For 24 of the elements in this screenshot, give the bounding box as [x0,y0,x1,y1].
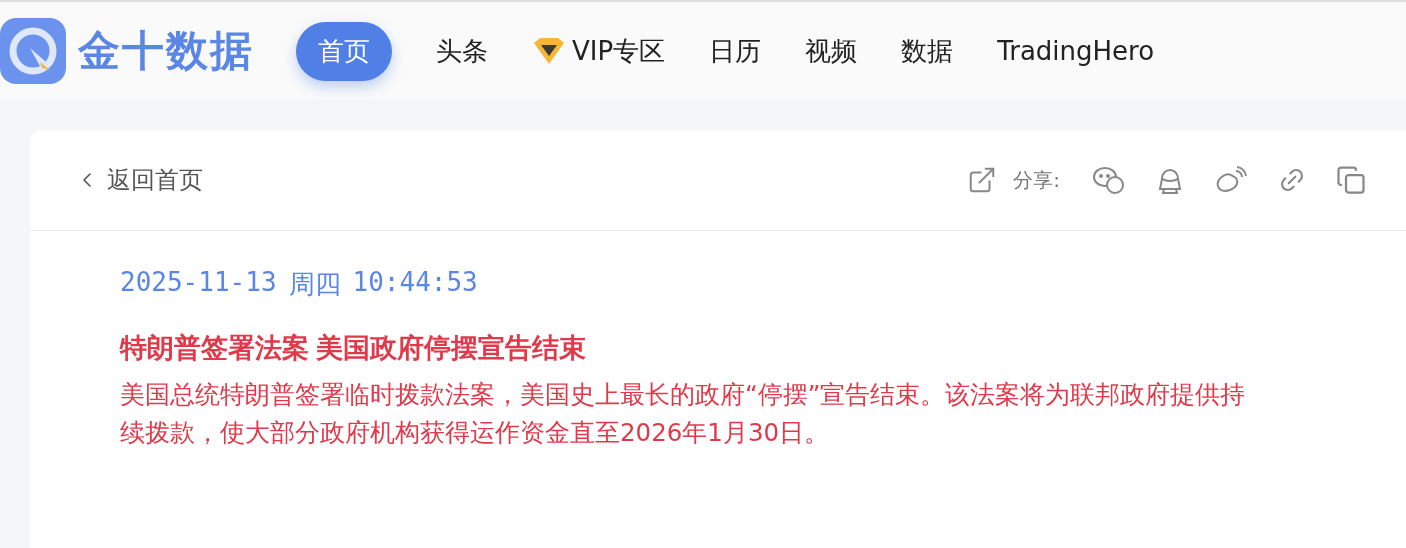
article-weekday: 周四 [288,268,341,301]
nav-tab[interactable]: 头条 [436,21,488,81]
wechat-icon [1092,165,1126,195]
copy-icon [1336,165,1366,195]
nav-tab[interactable]: VIP专区 [532,21,666,81]
share-button[interactable] [1092,165,1126,195]
article-body: 美国总统特朗普签署临时拨款法案，美国史上最长的政府“停摆”宣告结束。该法案将为联邦政府提供持续拨款，使大部分政府机构获得运作资金直至2026年1月30日。 [120,379,1247,449]
diamond-icon [532,37,566,65]
article-title: 特朗普签署法案 美国政府停摆宣告结束 [120,332,587,365]
logo-text: 金十数据 [78,25,254,77]
share-button[interactable] [1278,166,1306,194]
nav-tab[interactable]: 视频 [805,21,858,81]
nav-tab[interactable]: 日历 [709,21,762,81]
logo-icon [0,18,66,84]
share-button[interactable] [1214,166,1248,194]
article-time: 10:44:53 [352,267,478,299]
weibo-icon [1214,166,1248,194]
nav-tab[interactable]: 首页 [296,21,392,81]
back-link[interactable]: 返回首页 [75,164,203,196]
nav-tab[interactable]: TradingHero [997,24,1155,78]
share-label: 分享: [1013,166,1060,194]
nav-tab[interactable]: 数据 [901,21,954,81]
article-date: 2025-11-13 [120,267,277,299]
share-button[interactable] [1336,165,1366,195]
